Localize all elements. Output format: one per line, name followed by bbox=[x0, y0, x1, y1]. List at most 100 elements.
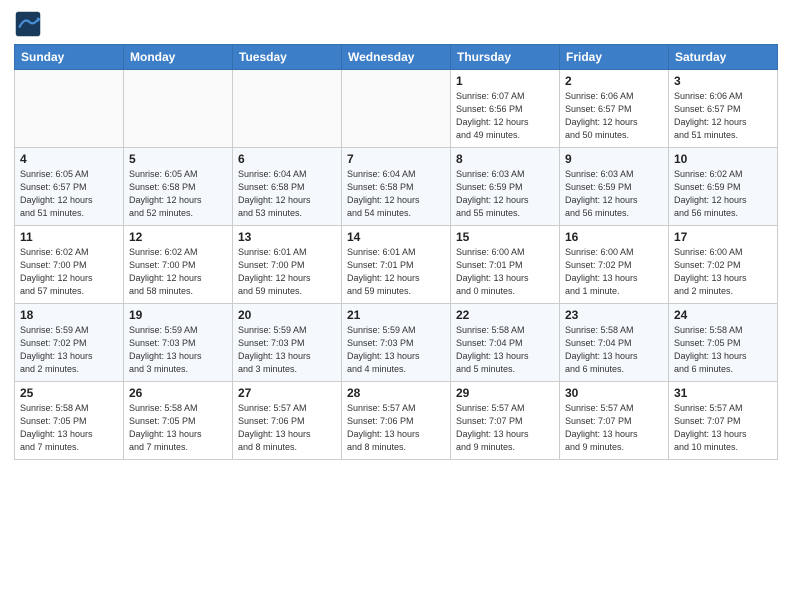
calendar-cell: 31 Sunrise: 5:57 AM Sunset: 7:07 PM Dayli… bbox=[669, 382, 778, 460]
day-info: Sunrise: 6:00 AM Sunset: 7:01 PM Dayligh… bbox=[456, 246, 554, 298]
weekday-header-friday: Friday bbox=[560, 45, 669, 70]
day-number: 1 bbox=[456, 74, 554, 88]
day-info: Sunrise: 6:01 AM Sunset: 7:01 PM Dayligh… bbox=[347, 246, 445, 298]
weekday-header-tuesday: Tuesday bbox=[233, 45, 342, 70]
day-info: Sunrise: 6:04 AM Sunset: 6:58 PM Dayligh… bbox=[347, 168, 445, 220]
day-number: 3 bbox=[674, 74, 772, 88]
calendar-cell: 23Sunrise: 5:58 AM Sunset: 7:04 PM Dayli… bbox=[560, 304, 669, 382]
day-info: Sunrise: 5:58 AM Sunset: 7:05 PM Dayligh… bbox=[129, 402, 227, 454]
calendar-cell: 6Sunrise: 6:04 AM Sunset: 6:58 PM Daylig… bbox=[233, 148, 342, 226]
day-number: 9 bbox=[565, 152, 663, 166]
day-number: 10 bbox=[674, 152, 772, 166]
calendar-cell: 10 Sunrise: 6:02 AM Sunset: 6:59 PM Dayli… bbox=[669, 148, 778, 226]
calendar-cell: 16Sunrise: 6:00 AM Sunset: 7:02 PM Dayli… bbox=[560, 226, 669, 304]
day-info: Sunrise: 6:03 AM Sunset: 6:59 PM Dayligh… bbox=[456, 168, 554, 220]
day-info: Sunrise: 5:57 AM Sunset: 7:07 PM Dayligh… bbox=[456, 402, 554, 454]
day-number: 2 bbox=[565, 74, 663, 88]
day-number: 16 bbox=[565, 230, 663, 244]
calendar-cell: 15 Sunrise: 6:00 AM Sunset: 7:01 PM Dayli… bbox=[451, 226, 560, 304]
day-info: Sunrise: 5:57 AM Sunset: 7:06 PM Dayligh… bbox=[347, 402, 445, 454]
calendar-cell: 13 Sunrise: 6:01 AM Sunset: 7:00 PM Dayli… bbox=[233, 226, 342, 304]
day-info: Sunrise: 5:59 AM Sunset: 7:03 PM Dayligh… bbox=[347, 324, 445, 376]
day-info: Sunrise: 6:02 AM Sunset: 7:00 PM Dayligh… bbox=[129, 246, 227, 298]
day-info: Sunrise: 6:02 AM Sunset: 6:59 PM Dayligh… bbox=[674, 168, 772, 220]
calendar-cell bbox=[233, 70, 342, 148]
day-number: 27 bbox=[238, 386, 336, 400]
calendar-cell: 25 Sunrise: 5:58 AM Sunset: 7:05 PM Dayli… bbox=[15, 382, 124, 460]
day-info: Sunrise: 6:06 AM Sunset: 6:57 PM Dayligh… bbox=[674, 90, 772, 142]
calendar: SundayMondayTuesdayWednesdayThursdayFrid… bbox=[14, 44, 778, 460]
week-row-3: 11 Sunrise: 6:02 AM Sunset: 7:00 PM Dayli… bbox=[15, 226, 778, 304]
day-number: 11 bbox=[20, 230, 118, 244]
day-number: 21 bbox=[347, 308, 445, 322]
calendar-cell: 21 Sunrise: 5:59 AM Sunset: 7:03 PM Dayli… bbox=[342, 304, 451, 382]
calendar-cell: 3 Sunrise: 6:06 AM Sunset: 6:57 PM Daylig… bbox=[669, 70, 778, 148]
day-number: 28 bbox=[347, 386, 445, 400]
weekday-header-wednesday: Wednesday bbox=[342, 45, 451, 70]
weekday-header-row: SundayMondayTuesdayWednesdayThursdayFrid… bbox=[15, 45, 778, 70]
calendar-cell: 9 Sunrise: 6:03 AM Sunset: 6:59 PM Daylig… bbox=[560, 148, 669, 226]
calendar-cell: 24 Sunrise: 5:58 AM Sunset: 7:05 PM Dayli… bbox=[669, 304, 778, 382]
day-info: Sunrise: 5:59 AM Sunset: 7:02 PM Dayligh… bbox=[20, 324, 118, 376]
day-number: 15 bbox=[456, 230, 554, 244]
calendar-cell: 12Sunrise: 6:02 AM Sunset: 7:00 PM Dayli… bbox=[124, 226, 233, 304]
calendar-cell: 22Sunrise: 5:58 AM Sunset: 7:04 PM Dayli… bbox=[451, 304, 560, 382]
day-info: Sunrise: 5:57 AM Sunset: 7:07 PM Dayligh… bbox=[674, 402, 772, 454]
week-row-2: 4 Sunrise: 6:05 AM Sunset: 6:57 PM Daylig… bbox=[15, 148, 778, 226]
calendar-cell: 18 Sunrise: 5:59 AM Sunset: 7:02 PM Dayli… bbox=[15, 304, 124, 382]
calendar-cell: 26 Sunrise: 5:58 AM Sunset: 7:05 PM Dayli… bbox=[124, 382, 233, 460]
day-number: 25 bbox=[20, 386, 118, 400]
calendar-cell: 1 Sunrise: 6:07 AM Sunset: 6:56 PM Daylig… bbox=[451, 70, 560, 148]
day-number: 26 bbox=[129, 386, 227, 400]
weekday-header-saturday: Saturday bbox=[669, 45, 778, 70]
logo bbox=[14, 10, 46, 38]
day-info: Sunrise: 6:04 AM Sunset: 6:58 PM Dayligh… bbox=[238, 168, 336, 220]
calendar-cell bbox=[124, 70, 233, 148]
day-number: 24 bbox=[674, 308, 772, 322]
calendar-cell: 19 Sunrise: 5:59 AM Sunset: 7:03 PM Dayli… bbox=[124, 304, 233, 382]
day-number: 8 bbox=[456, 152, 554, 166]
weekday-header-sunday: Sunday bbox=[15, 45, 124, 70]
calendar-cell: 2 Sunrise: 6:06 AM Sunset: 6:57 PM Daylig… bbox=[560, 70, 669, 148]
calendar-cell: 30 Sunrise: 5:57 AM Sunset: 7:07 PM Dayli… bbox=[560, 382, 669, 460]
weekday-header-thursday: Thursday bbox=[451, 45, 560, 70]
page: SundayMondayTuesdayWednesdayThursdayFrid… bbox=[0, 0, 792, 612]
day-info: Sunrise: 5:59 AM Sunset: 7:03 PM Dayligh… bbox=[238, 324, 336, 376]
day-info: Sunrise: 6:06 AM Sunset: 6:57 PM Dayligh… bbox=[565, 90, 663, 142]
day-info: Sunrise: 6:00 AM Sunset: 7:02 PM Dayligh… bbox=[674, 246, 772, 298]
week-row-1: 1 Sunrise: 6:07 AM Sunset: 6:56 PM Daylig… bbox=[15, 70, 778, 148]
day-number: 30 bbox=[565, 386, 663, 400]
day-number: 20 bbox=[238, 308, 336, 322]
day-info: Sunrise: 6:01 AM Sunset: 7:00 PM Dayligh… bbox=[238, 246, 336, 298]
calendar-cell: 28 Sunrise: 5:57 AM Sunset: 7:06 PM Dayli… bbox=[342, 382, 451, 460]
day-number: 14 bbox=[347, 230, 445, 244]
day-number: 13 bbox=[238, 230, 336, 244]
day-info: Sunrise: 5:59 AM Sunset: 7:03 PM Dayligh… bbox=[129, 324, 227, 376]
day-number: 19 bbox=[129, 308, 227, 322]
calendar-cell: 17 Sunrise: 6:00 AM Sunset: 7:02 PM Dayli… bbox=[669, 226, 778, 304]
day-number: 29 bbox=[456, 386, 554, 400]
weekday-header-monday: Monday bbox=[124, 45, 233, 70]
day-info: Sunrise: 6:07 AM Sunset: 6:56 PM Dayligh… bbox=[456, 90, 554, 142]
day-info: Sunrise: 6:03 AM Sunset: 6:59 PM Dayligh… bbox=[565, 168, 663, 220]
calendar-cell: 8 Sunrise: 6:03 AM Sunset: 6:59 PM Daylig… bbox=[451, 148, 560, 226]
day-info: Sunrise: 5:57 AM Sunset: 7:07 PM Dayligh… bbox=[565, 402, 663, 454]
day-info: Sunrise: 6:05 AM Sunset: 6:57 PM Dayligh… bbox=[20, 168, 118, 220]
calendar-cell: 20 Sunrise: 5:59 AM Sunset: 7:03 PM Dayli… bbox=[233, 304, 342, 382]
logo-icon bbox=[14, 10, 42, 38]
day-number: 18 bbox=[20, 308, 118, 322]
week-row-5: 25 Sunrise: 5:58 AM Sunset: 7:05 PM Dayli… bbox=[15, 382, 778, 460]
calendar-cell: 7Sunrise: 6:04 AM Sunset: 6:58 PM Daylig… bbox=[342, 148, 451, 226]
week-row-4: 18 Sunrise: 5:59 AM Sunset: 7:02 PM Dayli… bbox=[15, 304, 778, 382]
day-info: Sunrise: 5:57 AM Sunset: 7:06 PM Dayligh… bbox=[238, 402, 336, 454]
day-info: Sunrise: 5:58 AM Sunset: 7:05 PM Dayligh… bbox=[20, 402, 118, 454]
calendar-cell: 29 Sunrise: 5:57 AM Sunset: 7:07 PM Dayli… bbox=[451, 382, 560, 460]
calendar-cell: 11Sunrise: 6:02 AM Sunset: 7:00 PM Dayli… bbox=[15, 226, 124, 304]
day-number: 31 bbox=[674, 386, 772, 400]
day-number: 4 bbox=[20, 152, 118, 166]
day-number: 17 bbox=[674, 230, 772, 244]
day-info: Sunrise: 5:58 AM Sunset: 7:04 PM Dayligh… bbox=[565, 324, 663, 376]
header bbox=[14, 10, 778, 38]
calendar-cell: 5Sunrise: 6:05 AM Sunset: 6:58 PM Daylig… bbox=[124, 148, 233, 226]
day-info: Sunrise: 5:58 AM Sunset: 7:05 PM Dayligh… bbox=[674, 324, 772, 376]
